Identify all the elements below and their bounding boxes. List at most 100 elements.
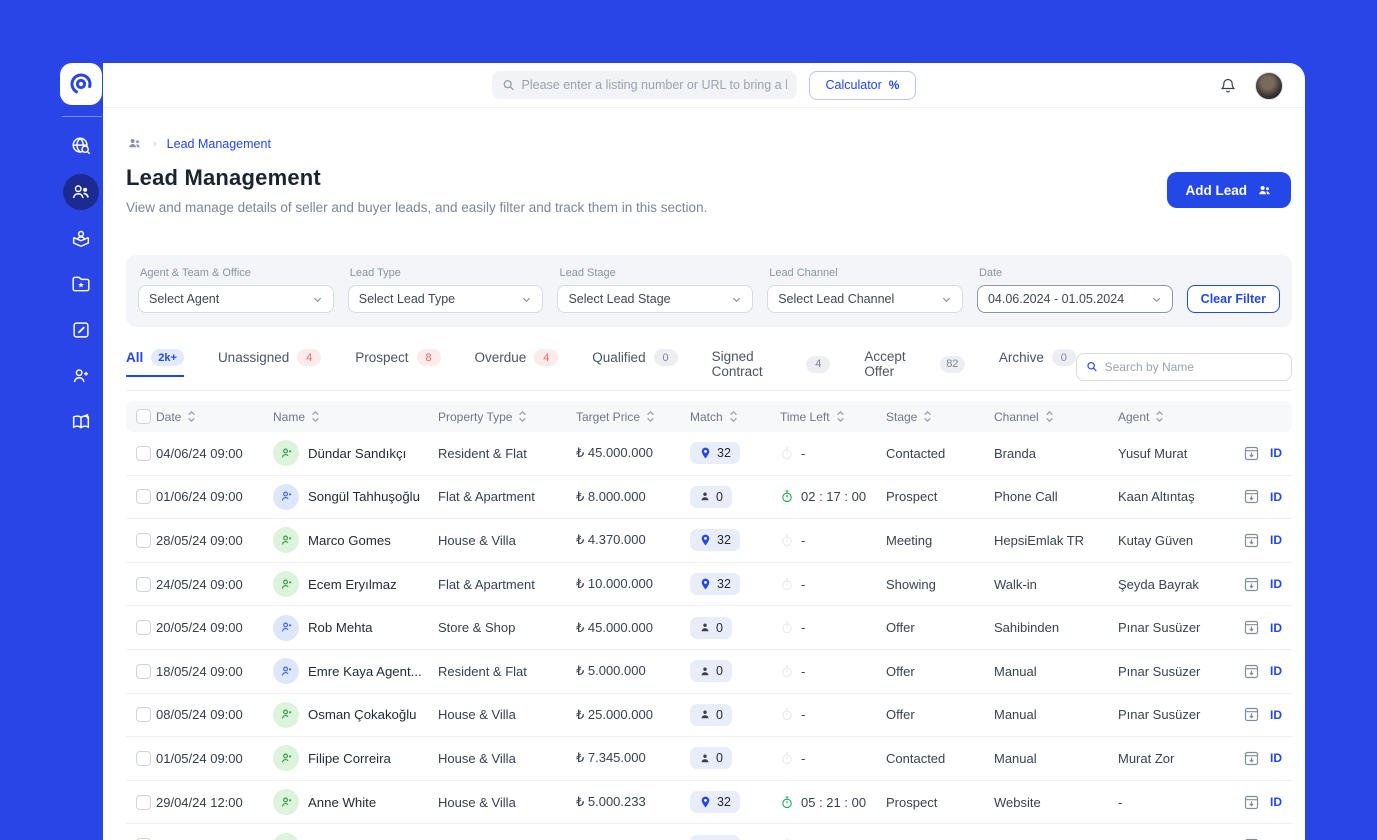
cell-name: Osman Çokakoğlu [273,701,438,728]
chevron-down-icon [733,297,741,302]
match-chip[interactable]: 0 [690,747,732,770]
column-header-channel[interactable]: Channel [994,410,1118,424]
row-checkbox[interactable] [136,707,151,723]
match-chip[interactable]: 32 [690,834,740,840]
sidebar-item-notes[interactable] [63,312,99,348]
id-link[interactable]: ID [1270,490,1282,504]
id-link[interactable]: ID [1270,664,1282,678]
tab-unassigned[interactable]: Unassigned 4 [218,349,322,377]
row-checkbox[interactable] [136,445,151,461]
id-link[interactable]: ID [1270,446,1282,460]
breadcrumb-leads-icon[interactable] [126,136,143,151]
globe-search-icon [72,137,91,155]
row-checkbox[interactable] [136,794,151,810]
cell-match: 32 [690,529,780,552]
add-lead-button[interactable]: Add Lead [1167,172,1291,208]
archive-icon[interactable] [1243,532,1260,549]
column-header-time-left[interactable]: Time Left [780,410,886,424]
filter-select[interactable]: 04.06.2024 - 01.05.2024 [976,285,1173,313]
archive-icon[interactable] [1243,445,1260,462]
cell-agent: - [1118,794,1123,810]
archive-icon[interactable] [1243,750,1260,767]
select-all-checkbox[interactable] [136,409,151,424]
column-header-date[interactable]: Date [156,410,273,424]
id-link[interactable]: ID [1270,621,1282,635]
cell-name: Filipe Correira [273,745,438,772]
calculator-button[interactable]: Calculator % [808,70,917,100]
match-chip[interactable]: 0 [690,485,732,508]
filter-select[interactable]: Select Lead Type [347,285,544,313]
id-link[interactable]: ID [1270,533,1282,547]
column-header-stage[interactable]: Stage [886,410,994,424]
sidebar-item-portfolio[interactable] [63,220,99,256]
id-link[interactable]: ID [1270,708,1282,722]
cell-time-left: - [780,664,886,679]
tab-accept-offer[interactable]: Accept Offer 82 [864,349,965,390]
tab-label: Overdue [474,350,527,365]
column-header-name[interactable]: Name [273,410,438,424]
tab-all[interactable]: All 2k+ [126,349,184,377]
match-chip[interactable]: 0 [690,616,732,639]
archive-icon[interactable] [1243,576,1260,593]
listing-search[interactable] [491,71,797,99]
row-checkbox[interactable] [136,663,151,679]
cell-time-left: - [780,620,886,635]
id-link[interactable]: ID [1270,577,1282,591]
name-search[interactable] [1075,352,1292,381]
row-checkbox[interactable] [136,750,151,766]
bell-icon[interactable] [1219,76,1237,95]
filter-select[interactable]: Select Lead Stage [557,285,754,313]
cell-target-price: ₺ 45.000.000 [576,445,653,461]
clear-filter-button[interactable]: Clear Filter [1186,285,1280,313]
listing-search-input[interactable] [521,78,787,92]
archive-icon[interactable] [1243,794,1260,811]
tab-signed-contract[interactable]: Signed Contract 4 [712,349,831,390]
id-link[interactable]: ID [1270,795,1282,809]
sort-icon [1156,410,1164,423]
tab-archive[interactable]: Archive 0 [999,349,1076,377]
row-checkbox[interactable] [136,489,151,505]
cell-date: 18/05/24 09:00 [156,663,243,679]
match-chip[interactable]: 32 [690,529,740,552]
id-link[interactable]: ID [1270,751,1282,765]
archive-icon[interactable] [1243,706,1260,723]
topbar: Calculator % [103,63,1305,108]
cell-match: 32 [690,573,780,596]
cell-property-type: Resident & Flat [438,663,527,679]
match-chip[interactable]: 32 [690,442,740,465]
sidebar-item-guide[interactable] [63,404,99,440]
archive-icon[interactable] [1243,488,1260,505]
column-header-property-type[interactable]: Property Type [438,410,576,424]
column-header-match[interactable]: Match [690,410,780,424]
sidebar-item-add-contact[interactable] [63,358,99,394]
app-logo[interactable] [60,63,102,105]
archive-icon[interactable] [1243,619,1260,636]
tab-qualified[interactable]: Qualified 0 [592,349,678,377]
row-checkbox[interactable] [136,576,151,592]
match-chip[interactable]: 32 [690,573,740,596]
filter-label: Lead Stage [559,267,616,279]
sidebar-item-files[interactable] [63,266,99,302]
filter-select[interactable]: Select Lead Channel [767,285,963,313]
tab-overdue[interactable]: Overdue 4 [475,349,559,377]
cell-name: Emre Kaya Agent... [273,658,438,685]
column-header-agent[interactable]: Agent [1118,410,1243,424]
match-chip[interactable]: 0 [690,660,732,683]
tab-prospect[interactable]: Prospect 8 [355,349,441,377]
sidebar-item-leads[interactable] [63,174,99,210]
sidebar-item-explore[interactable] [63,128,99,164]
sidebar [0,0,103,840]
row-checkbox[interactable] [136,620,151,636]
breadcrumb-current[interactable]: Lead Management [167,137,271,151]
name-search-input[interactable] [1104,359,1282,374]
match-chip[interactable]: 0 [690,703,732,726]
user-avatar[interactable] [1255,71,1283,100]
cell-channel: Walk-in [994,576,1037,592]
match-chip[interactable]: 32 [690,791,740,814]
filter-select[interactable]: Select Agent [138,285,334,313]
column-header-target-price[interactable]: Target Price [576,410,690,424]
archive-icon[interactable] [1243,663,1260,680]
cell-match: 0 [690,703,780,726]
row-checkbox[interactable] [136,532,151,548]
cell-actions: ID [1243,794,1292,811]
